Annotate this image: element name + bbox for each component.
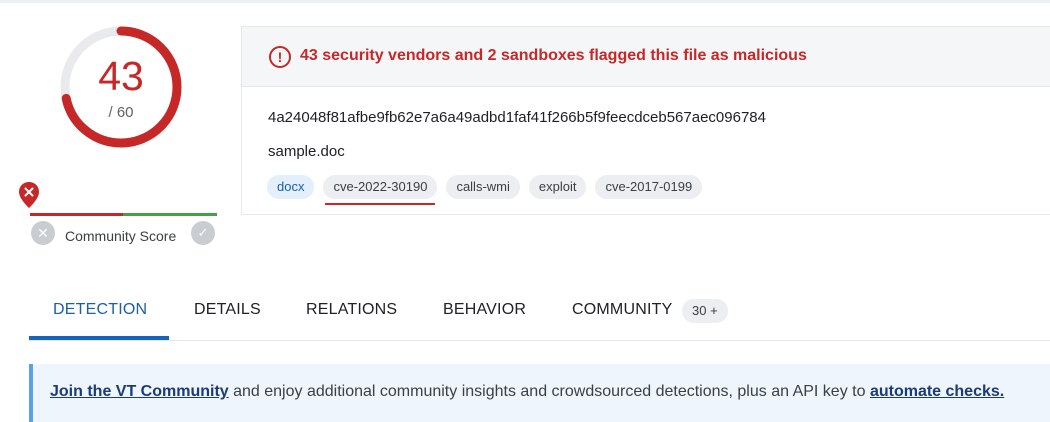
- community-bad-segment: [30, 213, 123, 216]
- file-info-card: ! 43 security vendors and 2 sandboxes fl…: [241, 26, 1050, 215]
- community-count-badge: 30 +: [682, 299, 728, 323]
- active-tab-indicator: [29, 336, 169, 340]
- report-tabs: DETECTION DETAILS RELATIONS BEHAVIOR COM…: [29, 290, 1050, 341]
- tag-calls-wmi[interactable]: calls-wmi: [446, 175, 520, 199]
- tag-exploit[interactable]: exploit: [528, 175, 587, 199]
- banner-text: Join the VT Community and enjoy addition…: [50, 383, 1004, 401]
- top-border: [0, 0, 1050, 3]
- vote-harmless-button[interactable]: ✓: [191, 221, 215, 245]
- tab-relations[interactable]: RELATIONS: [306, 301, 397, 319]
- community-score-label: Community Score: [65, 228, 177, 244]
- tag-cve-2017-0199[interactable]: cve-2017-0199: [595, 175, 703, 199]
- total-engines: / 60: [108, 104, 134, 121]
- banner-middle-text: and enjoy additional community insights …: [228, 383, 870, 400]
- file-hash: 4a24048f81afbe9fb62e7a6a49adbd1faf41f266…: [268, 109, 766, 126]
- join-community-link[interactable]: Join the VT Community: [50, 383, 229, 400]
- detection-score-gauge: 43 / 60: [58, 24, 184, 150]
- vote-malicious-button[interactable]: ✕: [31, 221, 55, 245]
- malicious-count: 43: [98, 53, 144, 99]
- tab-details[interactable]: DETAILS: [194, 301, 261, 319]
- tag-cve-2022-30190[interactable]: cve-2022-30190: [323, 175, 438, 205]
- file-name: sample.doc: [268, 143, 345, 160]
- alert-circle-icon: !: [269, 46, 291, 68]
- community-score-bar: [30, 213, 217, 216]
- alert-message: 43 security vendors and 2 sandboxes flag…: [300, 47, 807, 64]
- automate-checks-link[interactable]: automate checks.: [870, 383, 1004, 400]
- community-good-segment: [123, 213, 217, 216]
- community-banner: Join the VT Community and enjoy addition…: [29, 364, 1050, 422]
- tab-detection[interactable]: DETECTION: [53, 301, 147, 319]
- file-tags: docx cve-2022-30190 calls-wmi exploit cv…: [267, 175, 703, 205]
- tab-behavior[interactable]: BEHAVIOR: [443, 301, 526, 319]
- malicious-alert: ! 43 security vendors and 2 sandboxes fl…: [242, 27, 1050, 87]
- tag-docx[interactable]: docx: [267, 175, 315, 199]
- community-marker-icon: [19, 182, 39, 208]
- tab-community[interactable]: COMMUNITY: [572, 301, 672, 319]
